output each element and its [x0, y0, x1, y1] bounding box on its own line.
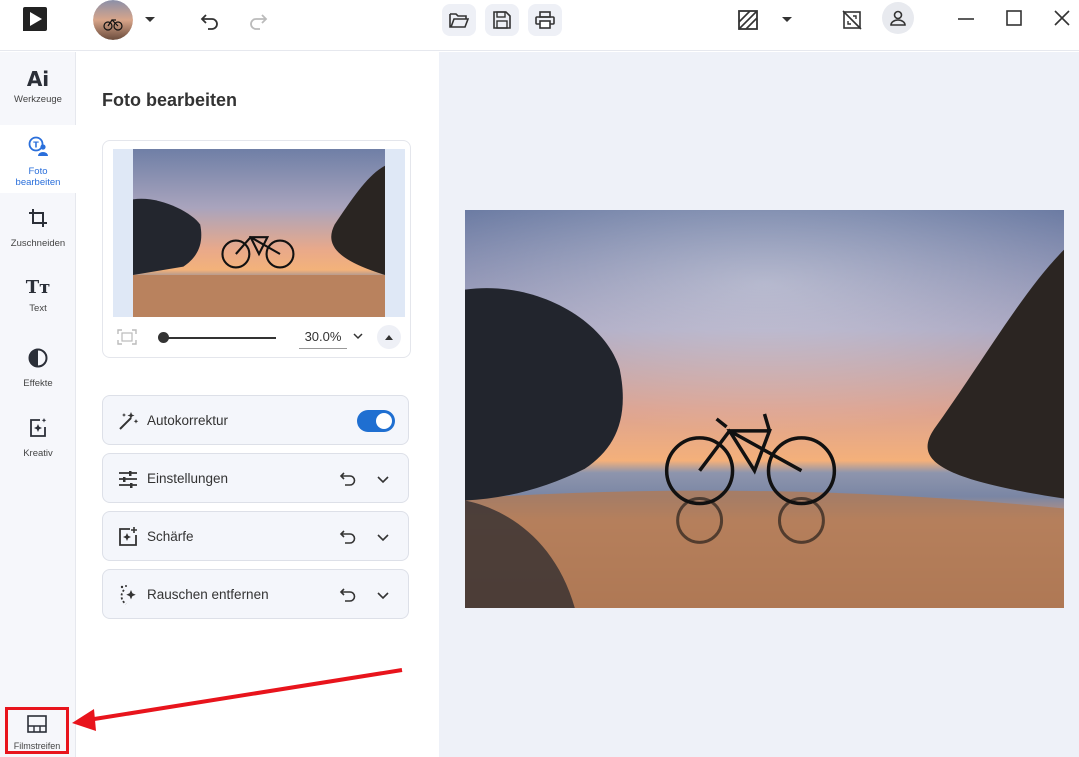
rail-item-kreativ[interactable]: Kreativ: [0, 407, 76, 475]
zoom-value[interactable]: 30.0%: [299, 329, 347, 349]
text-icon: Tт: [25, 277, 51, 298]
collapse-navigator-button[interactable]: [377, 325, 401, 349]
rail-item-foto-bearbeiten[interactable]: T Foto bearbeiten: [0, 125, 76, 193]
open-folder-icon[interactable]: [442, 4, 476, 36]
panel-title: Foto bearbeiten: [102, 90, 238, 110]
navigator-card: 30.0%: [102, 140, 411, 358]
image-thumbnail-avatar[interactable]: [93, 0, 133, 40]
section-schaerfe[interactable]: Schärfe: [102, 511, 409, 561]
denoise-icon: [117, 584, 139, 606]
compare-view-icon[interactable]: [736, 8, 760, 32]
account-icon[interactable]: [882, 2, 914, 34]
chevron-down-icon[interactable]: [375, 529, 391, 545]
zoom-controls: 30.0%: [113, 325, 405, 351]
reset-icon[interactable]: [339, 470, 357, 488]
chevron-up-icon: [385, 335, 393, 340]
reset-icon[interactable]: [339, 528, 357, 546]
rail-item-label: Effekte: [23, 378, 53, 389]
left-tool-rail: Ai Werkzeuge T Foto bearbeiten Zuschneide…: [0, 52, 76, 757]
section-label: Einstellungen: [147, 471, 229, 486]
top-toolbar: [0, 0, 1079, 51]
effects-icon: [27, 347, 49, 374]
rail-label-line2: bearbeiten: [15, 177, 61, 188]
undo-icon[interactable]: [198, 8, 222, 32]
close-icon[interactable]: [1050, 6, 1074, 30]
reset-icon[interactable]: [339, 586, 357, 604]
annotation-arrow-icon: [72, 668, 403, 731]
ai-tools-icon: Ai: [26, 67, 50, 91]
chevron-down-icon[interactable]: [375, 587, 391, 603]
rail-item-label: Text: [29, 303, 47, 314]
sliders-icon: [117, 468, 139, 490]
toggle-knob: [376, 413, 392, 429]
rail-item-label: Foto bearbeiten: [16, 166, 61, 188]
rail-label-line1: Foto: [28, 166, 48, 177]
app-logo-icon: [20, 4, 50, 34]
rail-item-label: Werkzeuge: [14, 94, 62, 105]
crop-icon: [27, 207, 49, 234]
fit-off-icon[interactable]: [840, 8, 864, 32]
section-einstellungen[interactable]: Einstellungen: [102, 453, 409, 503]
section-autokorrektur[interactable]: Autokorrektur: [102, 395, 409, 445]
creative-icon: [27, 417, 49, 444]
minimize-icon[interactable]: [954, 6, 978, 30]
zoom-dropdown-icon[interactable]: [351, 329, 365, 343]
magic-wand-icon: [117, 410, 139, 432]
section-label: Rauschen entfernen: [147, 587, 269, 602]
chevron-down-icon[interactable]: [375, 471, 391, 487]
sharpen-icon: [117, 526, 139, 548]
section-label: Autokorrektur: [147, 413, 229, 428]
compare-dropdown-icon[interactable]: [779, 10, 795, 30]
navigator-thumbnail[interactable]: [133, 149, 385, 317]
section-rauschen-entfernen[interactable]: Rauschen entfernen: [102, 569, 409, 619]
svg-text:T: T: [33, 141, 39, 150]
section-label: Schärfe: [147, 529, 194, 544]
rail-item-label: Zuschneiden: [10, 238, 66, 249]
save-icon[interactable]: [485, 4, 519, 36]
rail-item-werkzeuge[interactable]: Ai Werkzeuge: [0, 58, 76, 126]
rail-item-effekte[interactable]: Effekte: [0, 337, 76, 405]
fit-screen-icon[interactable]: [117, 329, 137, 347]
filmstrip-label: Filmstreifen: [13, 741, 61, 751]
rail-item-zuschneiden[interactable]: Zuschneiden: [0, 197, 76, 265]
zoom-slider-handle[interactable]: [158, 332, 169, 343]
filmstrip-icon: [27, 715, 47, 738]
rail-item-label: Kreativ: [23, 448, 53, 459]
main-photo[interactable]: [465, 210, 1064, 608]
image-canvas[interactable]: [439, 52, 1079, 757]
redo-icon[interactable]: [246, 8, 270, 32]
rail-item-text[interactable]: Tт Text: [0, 267, 76, 335]
print-icon[interactable]: [528, 4, 562, 36]
autokorrektur-toggle[interactable]: [357, 410, 395, 432]
maximize-icon[interactable]: [1002, 6, 1026, 30]
avatar-dropdown-icon[interactable]: [142, 10, 158, 30]
zoom-slider-track[interactable]: [161, 337, 276, 339]
edit-panel: Foto bearbeiten 30.0% Autokorrektur Eins…: [77, 52, 438, 757]
photo-edit-icon: T: [27, 135, 49, 162]
